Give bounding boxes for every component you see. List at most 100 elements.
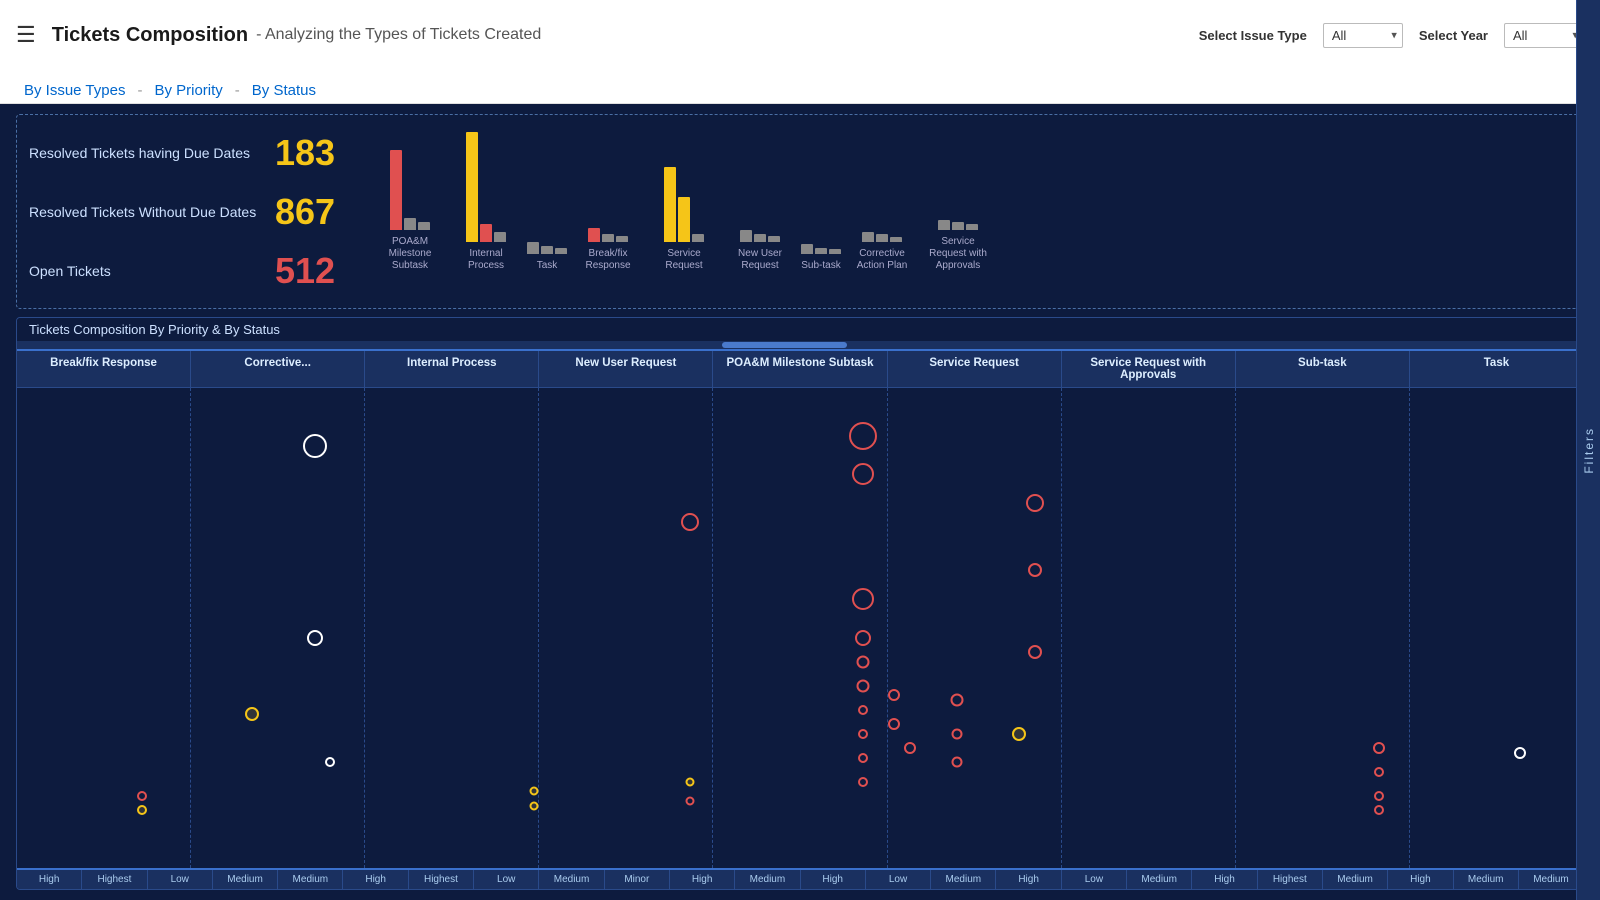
stat2-label: Resolved Tickets Without Due Dates [29,204,259,220]
bar-7-0 [862,232,874,242]
x-axis-item-23: Medium [1519,870,1583,889]
bubble-28 [1374,791,1384,801]
x-axis-item-14: Medium [931,870,996,889]
stat1-label: Resolved Tickets having Due Dates [29,145,259,161]
issue-type-select[interactable]: All [1323,23,1403,48]
scatter-col-label-8: Task [1410,351,1583,387]
chart-bars-1 [466,132,506,242]
hamburger-icon[interactable]: ☰ [16,22,36,48]
header-filters: Select Issue Type All Select Year All [1199,23,1584,48]
scatter-col-label-6: Service Request with Approvals [1062,351,1236,387]
bar-4-0 [664,167,676,242]
chart-bars-8 [938,220,978,230]
x-axis-item-10: High [670,870,735,889]
tab-by-issue-types[interactable]: By Issue Types [16,82,133,99]
bar-0-1 [404,218,416,230]
bubble-29 [1374,805,1384,815]
x-axis-item-9: Minor [605,870,670,889]
chart-group-label-4: Service Request [649,248,719,272]
scatter-col-label-5: Service Request [888,351,1062,387]
scatter-col-div-6 [1062,388,1236,868]
bubble-0 [303,434,327,458]
x-axis-item-8: Medium [539,870,604,889]
year-select-wrapper: All [1504,23,1584,48]
bubble-35 [137,805,147,815]
bubble-31 [686,796,695,805]
x-axis-item-0: High [17,870,82,889]
chart-group-label-2: Task [537,260,558,272]
bar-7-2 [890,237,902,242]
scatter-col-label-0: Break/fix Response [17,351,191,387]
bar-4-1 [678,197,690,242]
chart-group-label-3: Break/fix Response [573,248,643,272]
bubble-10 [856,655,869,668]
bar-6-0 [801,244,813,254]
bubble-2 [849,422,877,450]
bubble-26 [1373,742,1385,754]
bar-6-2 [829,249,841,254]
tab-by-status[interactable]: By Status [244,82,324,99]
bubble-7 [1028,645,1042,659]
bar-3-1 [602,234,614,242]
filters-sidebar[interactable]: Filters [1576,0,1600,900]
bubble-18 [904,742,916,754]
stat-row-2: Resolved Tickets Without Due Dates 867 [29,191,355,233]
bubble-15 [858,777,868,787]
scatter-col-div-4 [713,388,887,868]
stat3-value: 512 [275,250,355,292]
chart-group-label-5: New User Request [725,248,795,272]
x-axis-item-2: Low [148,870,213,889]
stat3-label: Open Tickets [29,263,259,279]
bar-2-1 [541,246,553,254]
bar-0-0 [390,150,402,230]
scatter-col-div-5 [888,388,1062,868]
chart-group-0: POA&M Milestone Subtask [375,150,445,272]
scatter-scrollbar-top[interactable] [17,341,1583,349]
chart-group-label-0: POA&M Milestone Subtask [375,236,445,272]
bar-8-1 [952,222,964,230]
bubble-20 [951,728,962,739]
bubble-32 [529,787,538,796]
header: ☰ Tickets Composition - Analyzing the Ty… [0,0,1600,70]
scatter-col-div-1 [191,388,365,868]
scatter-col-label-3: New User Request [539,351,713,387]
bubble-33 [529,801,538,810]
scatter-col-div-2 [365,388,539,868]
bar-2-2 [555,248,567,254]
x-axis-item-5: High [343,870,408,889]
x-axis-item-17: Medium [1127,870,1192,889]
bubble-23 [1012,727,1026,741]
chart-group-7: Corrective Action Plan [847,232,917,272]
summary-chart: POA&M Milestone SubtaskInternal Process T… [375,123,1571,300]
chart-group-8: Service Request with Approvals [923,220,993,272]
bubble-8 [852,588,874,610]
bar-1-1 [480,224,492,242]
x-axis-item-1: Highest [82,870,147,889]
scatter-col-div-8 [1410,388,1583,868]
tab-by-priority[interactable]: By Priority [146,82,230,99]
chart-group-label-1: Internal Process [451,248,521,272]
bar-6-1 [815,248,827,254]
chart-group-6: Sub-task [801,244,841,272]
bubble-22 [245,707,259,721]
scatter-panel: Tickets Composition By Priority & By Sta… [16,317,1584,890]
bar-7-1 [876,234,888,242]
bubble-1 [307,630,323,646]
bar-0-2 [418,222,430,230]
bar-1-2 [494,232,506,242]
scatter-col-label-7: Sub-task [1236,351,1410,387]
scatter-col-label-4: POA&M Milestone Subtask [713,351,887,387]
bubble-4 [681,513,699,531]
bubble-9 [855,630,871,646]
stat-row-3: Open Tickets 512 [29,250,355,292]
chart-bars-6 [801,244,841,254]
bar-8-0 [938,220,950,230]
bar-2-0 [527,242,539,254]
scatter-col-label-1: Corrective... [191,351,365,387]
year-select[interactable]: All [1504,23,1584,48]
bubble-3 [852,463,874,485]
chart-group-1: Internal Process [451,132,521,272]
bar-5-1 [754,234,766,242]
scatter-body [17,388,1583,868]
chart-bars-4 [664,167,704,242]
